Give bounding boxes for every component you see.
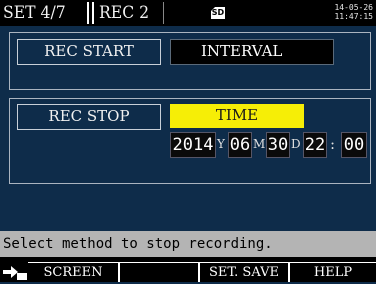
function-key-bar: SCREEN SET. SAVE HELP xyxy=(0,257,376,282)
rec-stop-panel: REC STOP TIME 2014 Y 06 M 30 D 22 : 00 xyxy=(9,98,371,184)
day-unit: D xyxy=(291,137,301,151)
hour-field[interactable]: 22 xyxy=(303,132,327,158)
set-page-tab[interactable]: SET 4/7 xyxy=(3,2,66,24)
date-readout: 14-05-26 xyxy=(334,3,373,12)
rec-stop-value[interactable]: TIME xyxy=(170,104,304,128)
sd-card-icon: SD xyxy=(211,7,225,19)
rec-start-value[interactable]: INTERVAL xyxy=(170,39,334,65)
year-field[interactable]: 2014 xyxy=(170,132,216,158)
month-field[interactable]: 06 xyxy=(228,132,252,158)
rec-start-label: REC START xyxy=(17,39,161,65)
year-unit: Y xyxy=(217,137,225,151)
rec-stop-label: REC STOP xyxy=(17,104,161,130)
screen-button[interactable]: SCREEN xyxy=(28,262,120,282)
tab-divider xyxy=(163,2,164,24)
day-field[interactable]: 30 xyxy=(266,132,290,158)
f2-button[interactable] xyxy=(120,262,200,282)
tab-divider xyxy=(92,2,94,24)
help-message-bar: Select method to stop recording. xyxy=(0,231,376,257)
time-separator: : xyxy=(330,135,336,153)
set-save-button[interactable]: SET. SAVE xyxy=(200,262,290,282)
screen-switch-icon xyxy=(3,264,27,280)
month-unit: M xyxy=(253,137,266,151)
time-readout: 11:47:15 xyxy=(334,12,373,21)
tab-divider xyxy=(87,2,89,24)
rec-page-tab[interactable]: REC 2 xyxy=(99,2,149,24)
help-button[interactable]: HELP xyxy=(290,262,376,282)
rec-start-panel: REC START INTERVAL xyxy=(9,32,371,90)
minute-field[interactable]: 00 xyxy=(341,132,367,158)
top-status-bar: SET 4/7 REC 2 SD 14-05-26 11:47:15 xyxy=(0,0,376,26)
